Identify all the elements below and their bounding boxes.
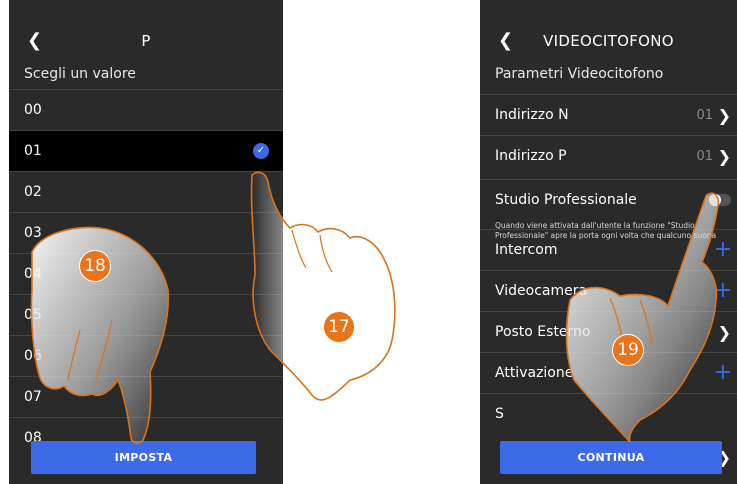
option-label: 00	[24, 102, 42, 118]
plus-icon[interactable]: +	[714, 270, 732, 311]
studio-toggle[interactable]	[709, 194, 731, 206]
chevron-right-icon: ❯	[717, 323, 731, 342]
screen-subtitle: Scegli un valore	[24, 66, 136, 82]
step-marker-19: 19	[612, 334, 644, 366]
videocitofono-settings-screen: ❮ VIDEOCITOFONO Parametri Videocitofono …	[480, 0, 737, 484]
settings-row-studio-professionale: Studio Professionale	[480, 179, 737, 220]
row-label: Posto Esterno	[495, 324, 591, 340]
option-row[interactable]: 05	[9, 294, 283, 335]
option-label: 05	[24, 307, 42, 323]
plus-icon[interactable]: +	[714, 352, 732, 393]
row-value: 01	[696, 149, 713, 164]
header: ❮ VIDEOCITOFONO	[480, 22, 737, 60]
option-row[interactable]: 03	[9, 212, 283, 253]
row-label: Intercom	[495, 242, 558, 258]
screen-subtitle: Parametri Videocitofono	[495, 66, 664, 82]
option-label: 02	[24, 184, 42, 200]
option-row[interactable]: 06	[9, 335, 283, 376]
row-label: Videocamera	[495, 283, 588, 299]
step-marker-18: 18	[79, 250, 111, 282]
option-label: 06	[24, 348, 42, 364]
chevron-right-icon: ❯	[717, 106, 731, 125]
settings-row-attivazione[interactable]: Attivazione +	[480, 352, 737, 393]
value-picker-screen: ❮ P Scegli un valore 00 01 ✓ 02 03 04 05 …	[9, 0, 283, 484]
settings-row-intercom[interactable]: Intercom +	[480, 229, 737, 270]
step-marker-17: 17	[323, 311, 355, 343]
option-row-selected[interactable]: 01 ✓	[9, 130, 283, 171]
check-circle-icon: ✓	[253, 143, 269, 159]
header: ❮ P	[9, 22, 283, 60]
row-label: Indirizzo N	[495, 107, 569, 123]
option-label: 01	[24, 143, 42, 159]
option-label: 04	[24, 266, 42, 282]
option-row[interactable]: 02	[9, 171, 283, 212]
plus-icon[interactable]: +	[714, 229, 732, 270]
settings-row-posto-esterno[interactable]: Posto Esterno ❯	[480, 311, 737, 352]
imposta-button[interactable]: IMPOSTA	[31, 441, 256, 474]
settings-row-indirizzo-p[interactable]: Indirizzo P 01 ❯	[480, 135, 737, 176]
row-label: Indirizzo P	[495, 148, 567, 164]
settings-row-s[interactable]: S	[480, 393, 737, 434]
screen-title: P	[141, 32, 151, 50]
settings-row-indirizzo-n[interactable]: Indirizzo N 01 ❯	[480, 94, 737, 135]
option-row[interactable]: 04	[9, 253, 283, 294]
option-label: 07	[24, 389, 42, 405]
screen-title: VIDEOCITOFONO	[543, 32, 674, 50]
row-label: Attivazione	[495, 365, 574, 381]
continua-button[interactable]: CONTINUA	[500, 441, 722, 474]
toggle-knob	[709, 194, 721, 206]
chevron-right-icon: ❯	[717, 147, 731, 166]
row-label: Studio Professionale	[495, 192, 637, 208]
option-label: 03	[24, 225, 42, 241]
option-row[interactable]: 00	[9, 89, 283, 130]
row-label: S	[495, 406, 504, 422]
row-value: 01	[696, 108, 713, 123]
option-row[interactable]: 07	[9, 376, 283, 417]
settings-row-videocamera[interactable]: Videocamera +	[480, 270, 737, 311]
